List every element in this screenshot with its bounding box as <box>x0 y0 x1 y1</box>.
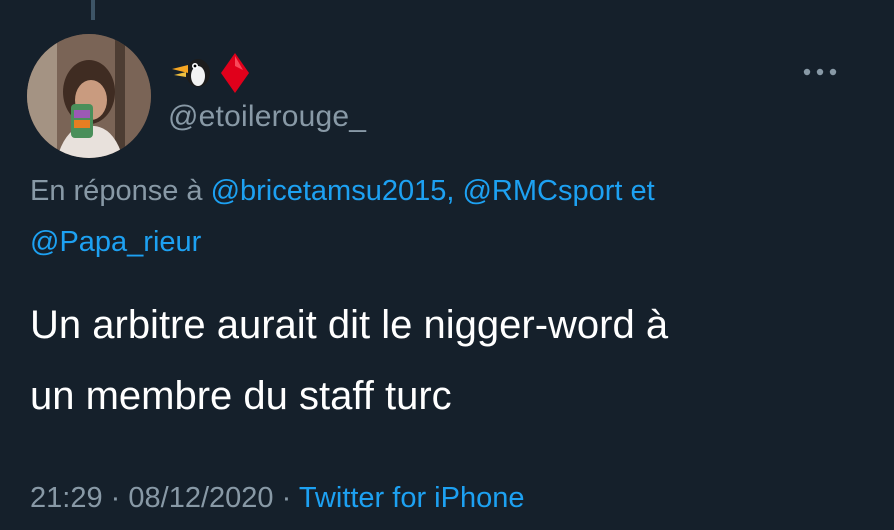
avatar-photo-icon <box>27 34 151 158</box>
tweet-body: Un arbitre aurait dit le nigger-word à u… <box>30 290 870 432</box>
mention-link-rmcsport[interactable]: @RMCsport <box>462 175 622 207</box>
thread-connector-line <box>91 0 95 20</box>
display-name[interactable] <box>168 52 250 94</box>
reply-joiner: et <box>630 175 655 207</box>
meta-separator-2: · <box>281 482 292 514</box>
tweet-date[interactable]: 08/12/2020 <box>128 482 273 514</box>
more-options-icon[interactable] <box>795 62 845 82</box>
mention-link-papa-rieur[interactable]: @Papa_rieur <box>30 226 201 258</box>
tweet-time[interactable]: 21:29 <box>30 482 103 514</box>
reply-prefix: En réponse à <box>30 175 203 207</box>
tweet-metadata: 21:29 · 08/12/2020 · Twitter for iPhone <box>30 482 524 515</box>
diamond-icon <box>221 53 249 93</box>
tweet-source-link[interactable]: Twitter for iPhone <box>299 482 525 514</box>
tweet-text-line-2: un membre du staff turc <box>30 374 452 418</box>
reply-context-continued: @Papa_rieur <box>30 226 201 259</box>
mention-link-bricetamsu2015[interactable]: @bricetamsu2015, <box>211 175 455 207</box>
reply-context: En réponse à @bricetamsu2015, @RMCsport … <box>30 175 655 208</box>
avatar[interactable] <box>27 34 151 158</box>
author-handle[interactable]: @etoilerouge_ <box>168 100 366 134</box>
meta-separator: · <box>110 482 121 514</box>
tweet-text-line-1: Un arbitre aurait dit le nigger-word à <box>30 303 669 347</box>
penguin-icon <box>172 59 210 87</box>
